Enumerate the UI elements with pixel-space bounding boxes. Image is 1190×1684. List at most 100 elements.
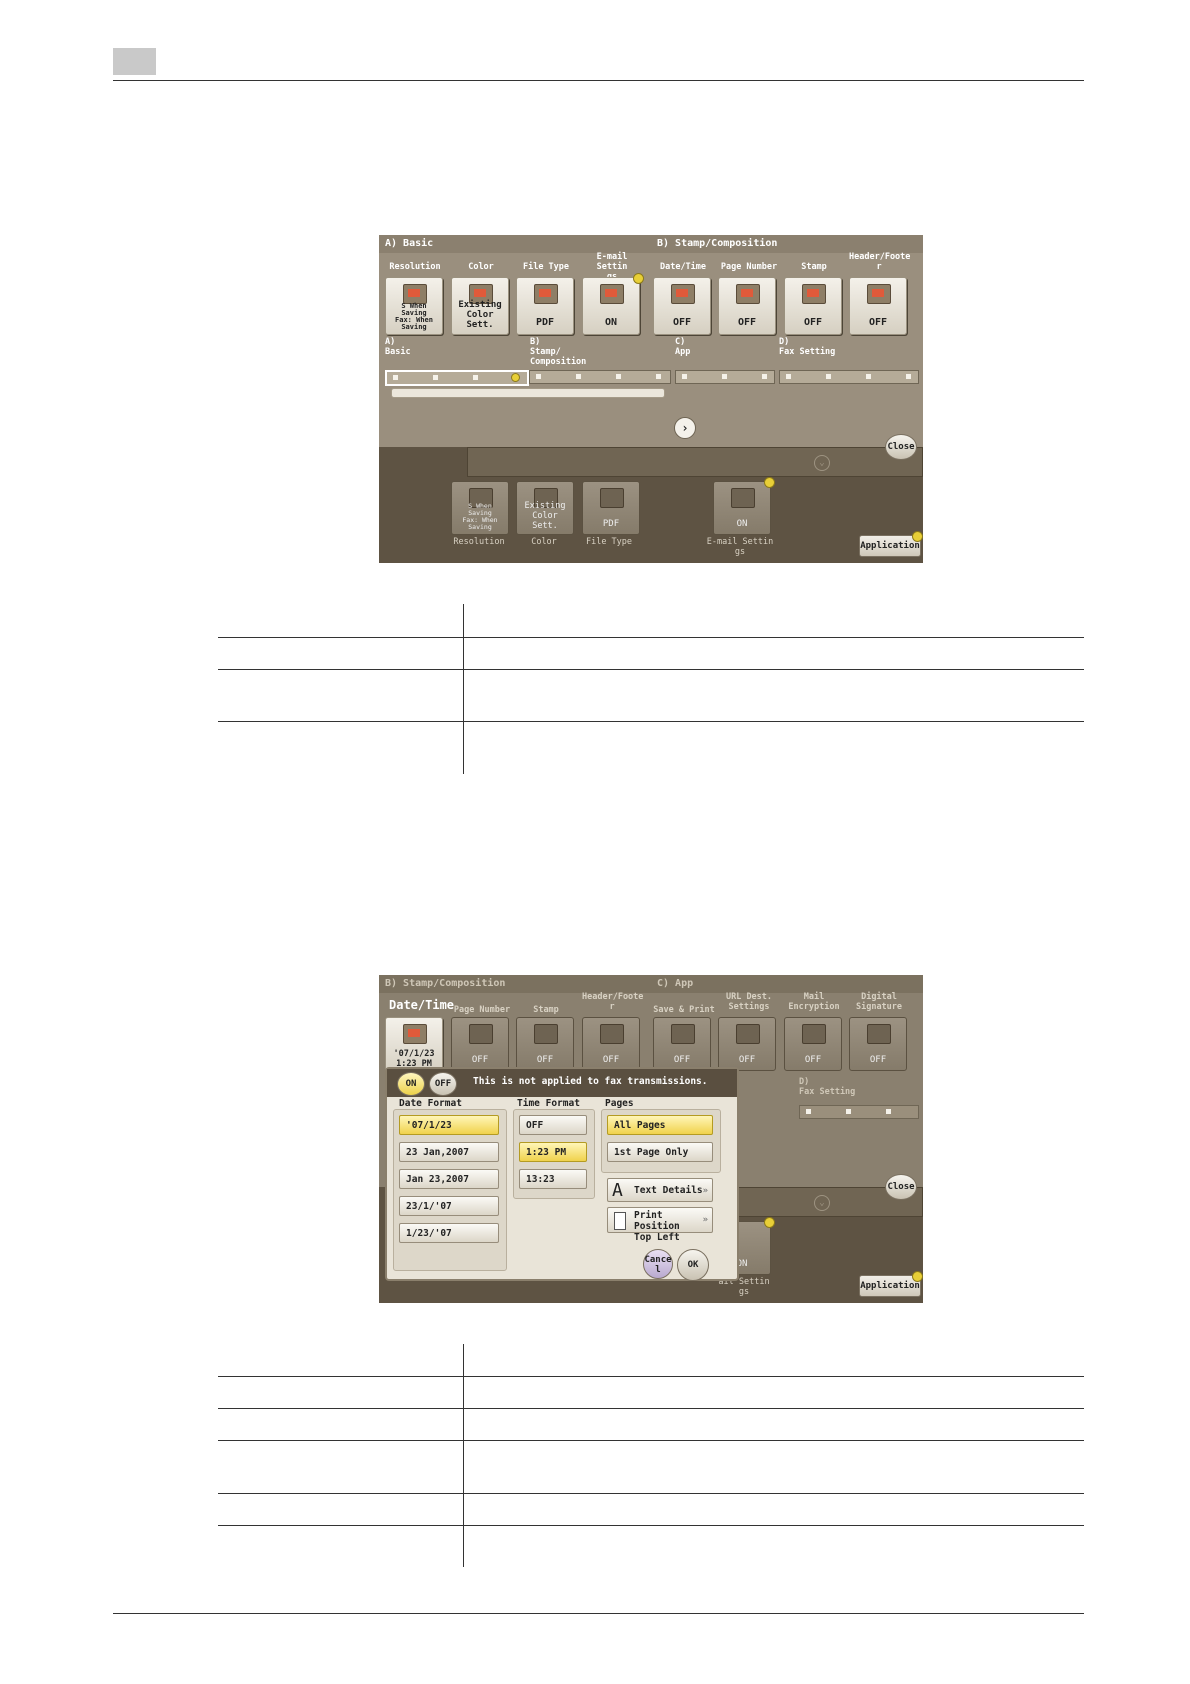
file-type-button[interactable]: PDF: [516, 277, 574, 335]
lower-color-button[interactable]: Existing Color Sett.: [516, 481, 574, 535]
page-number-button[interactable]: OFF: [451, 1017, 509, 1071]
url-dest-button[interactable]: OFF: [718, 1017, 776, 1071]
close-button[interactable]: Close: [885, 434, 917, 460]
date-format-option[interactable]: Jan 23,2007: [399, 1169, 499, 1189]
pages-option[interactable]: All Pages: [607, 1115, 713, 1135]
label-file-type: File Type: [522, 262, 570, 272]
url-dest-icon: [736, 1024, 760, 1044]
save-print-icon: [671, 1024, 695, 1044]
behind-close-button: Close: [885, 1174, 917, 1200]
calendar-icon: [671, 284, 695, 304]
nav-track-b[interactable]: [529, 370, 671, 384]
fax-notice: This is not applied to fax transmissions…: [473, 1076, 708, 1087]
label-date-time: Date/Time: [389, 998, 455, 1012]
section-a-basic: A) Basic: [379, 235, 657, 253]
lower-file-type-button[interactable]: PDF: [582, 481, 640, 535]
stamp-icon: [534, 1024, 558, 1044]
lower-label-resolution: Resolution: [453, 537, 505, 547]
lower-label-email-settings: E-mail Settin gs: [706, 537, 774, 557]
cancel-button[interactable]: Cance l: [643, 1249, 673, 1279]
date-format-option[interactable]: 23 Jan,2007: [399, 1142, 499, 1162]
date-time-button[interactable]: '07/1/23 1:23 PM: [385, 1017, 443, 1073]
lower-label-file-type: File Type: [585, 537, 633, 547]
label-stamp: Stamp: [533, 1005, 559, 1015]
page-number-icon: [736, 284, 760, 304]
nav-label-a: A) Basic: [385, 337, 411, 357]
time-format-title: Time Format: [517, 1098, 580, 1109]
label-header-footer: Header/Foote r: [582, 992, 644, 1012]
nav-track-a[interactable]: [385, 370, 529, 386]
email-settings-button[interactable]: ON: [582, 277, 640, 335]
nav-track-c[interactable]: [675, 370, 775, 384]
label-stamp: Stamp: [801, 262, 827, 272]
section-b-stamp: B) Stamp/Composition: [379, 975, 657, 993]
collapsed-bar: [467, 447, 923, 477]
status-dot: [764, 477, 775, 488]
date-format-title: Date Format: [399, 1098, 462, 1109]
on-toggle[interactable]: ON: [397, 1072, 425, 1096]
print-position-button[interactable]: Print Position Top Left»: [607, 1207, 713, 1243]
page-icon: [614, 1212, 626, 1230]
label-color: Color: [468, 262, 494, 272]
pdf-icon: [534, 284, 558, 304]
header-footer-button[interactable]: OFF: [582, 1017, 640, 1071]
page-number-button[interactable]: OFF: [718, 277, 776, 335]
lower-resolution-button[interactable]: S When Saving Fax: When Saving: [451, 481, 509, 535]
table2-row-rule: [218, 1408, 1084, 1409]
lower-email-settings-button[interactable]: ON: [713, 481, 771, 535]
stamp-button[interactable]: OFF: [516, 1017, 574, 1071]
chevron-down-icon: ⌄: [814, 1195, 830, 1211]
next-arrow-icon[interactable]: ›: [674, 417, 696, 439]
status-dot: [633, 273, 644, 284]
time-format-option[interactable]: OFF: [519, 1115, 587, 1135]
header-rule: [113, 80, 1084, 81]
label-date-time: Date/Time: [659, 262, 707, 272]
label-save-print: Save & Print: [653, 1005, 715, 1015]
table2-row-rule: [218, 1440, 1084, 1441]
off-toggle[interactable]: OFF: [429, 1072, 457, 1096]
status-dot: [912, 1271, 923, 1282]
date-format-option[interactable]: 23/1/'07: [399, 1196, 499, 1216]
table2-column-divider: [463, 1344, 464, 1567]
label-mail-encryption: Mail Encryption: [788, 992, 840, 1012]
nav-label-b: B) Stamp/ Composition: [530, 337, 587, 367]
text-icon: A: [612, 1180, 623, 1201]
behind-nav-track-d: [799, 1105, 919, 1119]
signature-icon: [867, 1024, 891, 1044]
stamp-icon: [802, 284, 826, 304]
status-dot: [912, 531, 923, 542]
section-b-stamp: B) Stamp/Composition: [651, 235, 923, 253]
nav-label-d: D) Fax Setting: [779, 337, 836, 357]
label-digital-signature: Digital Signature: [855, 992, 903, 1012]
resolution-button[interactable]: S When Saving Fax: When Saving: [385, 277, 443, 335]
date-time-dialog: ON OFF This is not applied to fax transm…: [385, 1067, 739, 1281]
chevron-down-icon[interactable]: ⌄: [814, 455, 830, 471]
header-footer-button[interactable]: OFF: [849, 277, 907, 335]
double-chevron-icon: »: [702, 1186, 708, 1196]
lower-label-color: Color: [531, 537, 557, 547]
save-print-button[interactable]: OFF: [653, 1017, 711, 1071]
date-format-option[interactable]: '07/1/23: [399, 1115, 499, 1135]
date-time-button[interactable]: OFF: [653, 277, 711, 335]
nav-track-d[interactable]: [779, 370, 919, 384]
digital-signature-button[interactable]: OFF: [849, 1017, 907, 1071]
section-c-app: C) App: [651, 975, 923, 993]
stamp-button[interactable]: OFF: [784, 277, 842, 335]
label-header-footer: Header/Foote r: [849, 252, 911, 272]
header-footer-icon: [600, 1024, 624, 1044]
status-dot: [764, 1217, 775, 1228]
mail-icon: [600, 284, 624, 304]
table1-row-rule: [218, 637, 1084, 638]
text-details-button[interactable]: A Text Details»: [607, 1178, 713, 1202]
screenshot-date-time-settings: B) Stamp/Composition C) App Date/Time Pa…: [379, 975, 923, 1303]
behind-nav-label-d: D) Fax Setting: [799, 1077, 856, 1097]
pages-option[interactable]: 1st Page Only: [607, 1142, 713, 1162]
page-number-icon: [469, 1024, 493, 1044]
color-button[interactable]: Existing Color Sett.: [451, 277, 509, 335]
time-format-option[interactable]: 13:23: [519, 1169, 587, 1189]
time-format-option[interactable]: 1:23 PM: [519, 1142, 587, 1162]
date-format-option[interactable]: 1/23/'07: [399, 1223, 499, 1243]
mail-encryption-button[interactable]: OFF: [784, 1017, 842, 1071]
horizontal-scrollbar[interactable]: [391, 388, 665, 398]
ok-button[interactable]: OK: [677, 1249, 709, 1281]
